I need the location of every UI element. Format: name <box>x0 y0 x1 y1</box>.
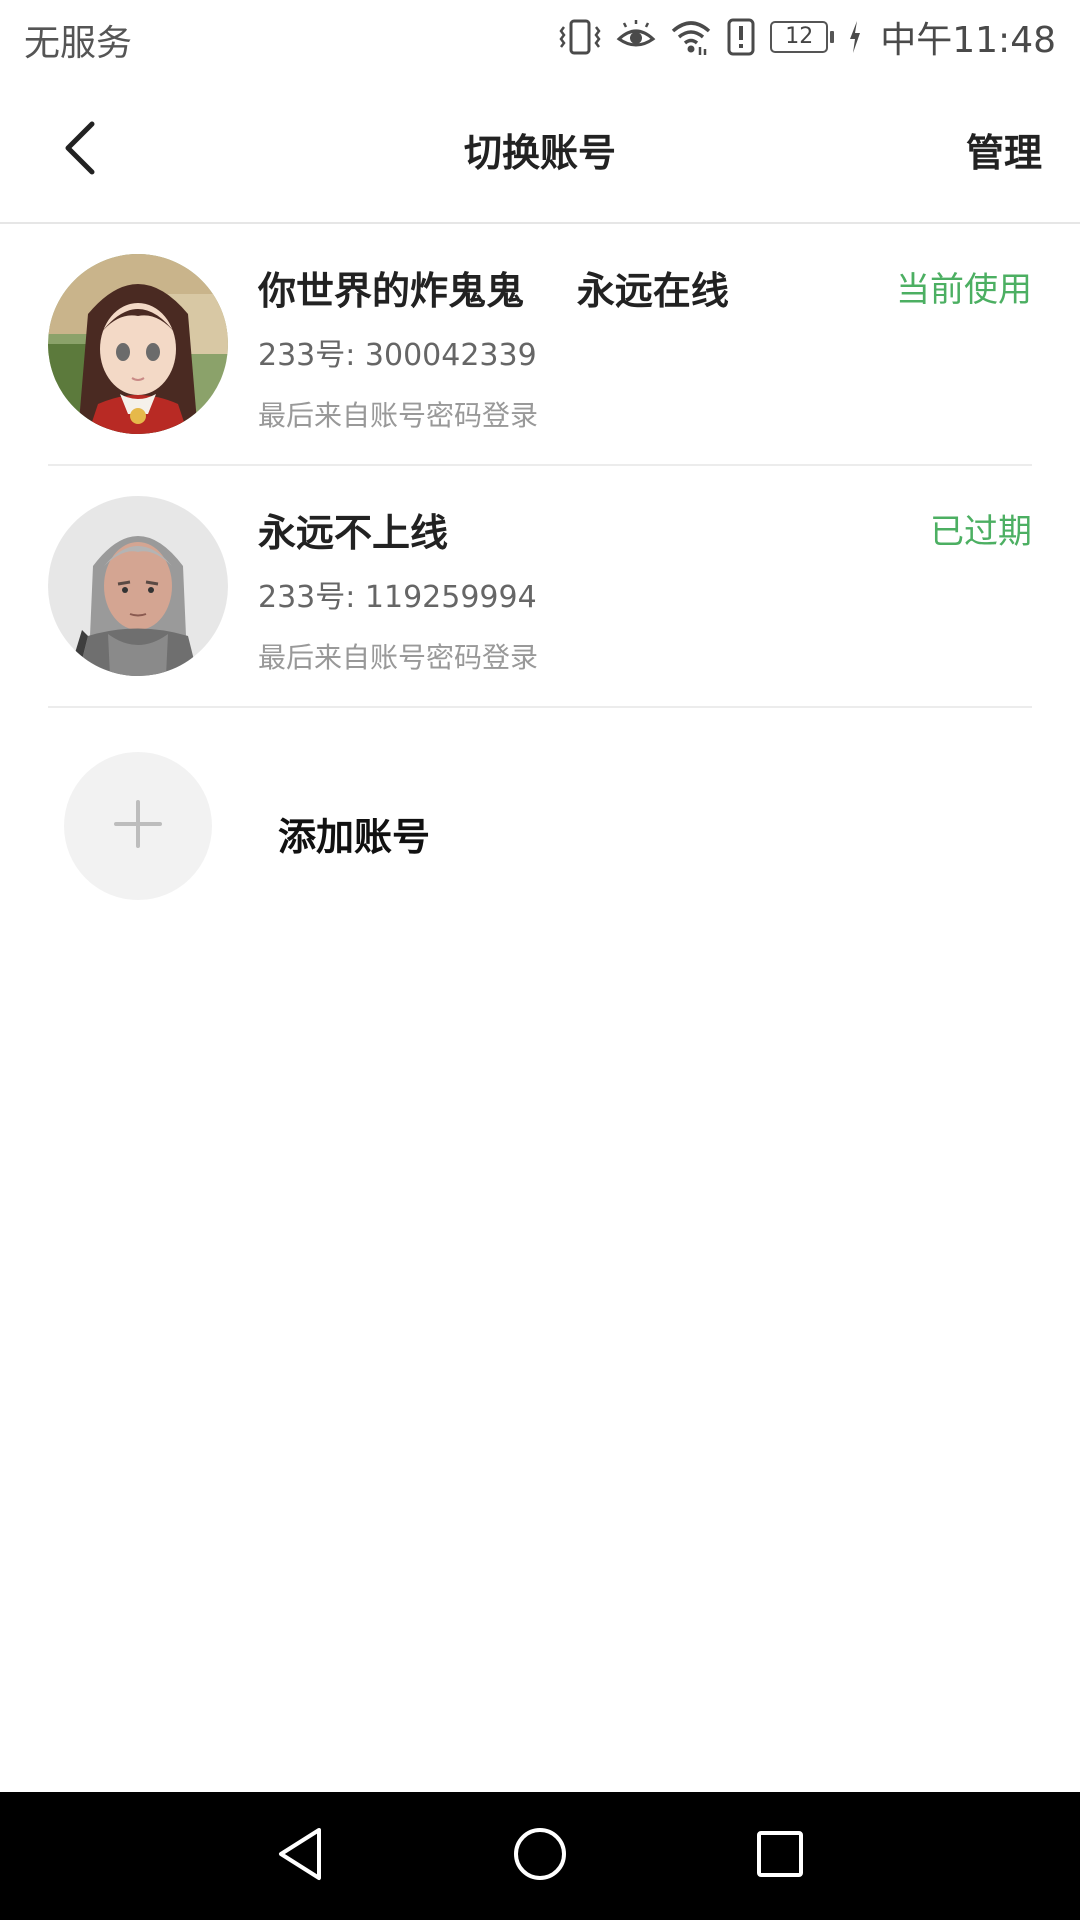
add-account-button[interactable]: 添加账号 <box>0 752 1080 902</box>
account-status-badge: 当前使用 <box>896 270 1032 310</box>
back-triangle-icon <box>275 1826 325 1886</box>
battery-icon: 12 <box>770 21 835 53</box>
header: 切换账号 管理 <box>0 76 1080 224</box>
nav-home-button[interactable] <box>500 1816 580 1896</box>
account-list: 你世界的炸鬼鬼 永远在线 233号: 300042339 最后来自账号密码登录 … <box>0 224 1080 708</box>
vibrate-icon <box>558 17 602 57</box>
battery-level: 12 <box>770 21 829 53</box>
nav-recents-button[interactable] <box>740 1816 820 1896</box>
home-circle-icon <box>512 1826 568 1886</box>
plus-icon <box>113 799 163 853</box>
carrier-text: 无服务 <box>24 23 133 64</box>
eye-icon <box>616 17 656 57</box>
nav-back-button[interactable] <box>260 1816 340 1896</box>
account-item[interactable]: 你世界的炸鬼鬼 永远在线 233号: 300042339 最后来自账号密码登录 … <box>48 224 1032 466</box>
navigation-bar <box>0 1792 1080 1920</box>
avatar <box>48 496 228 676</box>
add-account-label: 添加账号 <box>278 815 431 859</box>
recents-square-icon <box>755 1829 805 1883</box>
status-icons: 12 中午11:48 <box>558 12 1056 62</box>
manage-button[interactable]: 管理 <box>966 122 1042 177</box>
account-name: 永远不上线 <box>258 511 449 555</box>
account-id: 233号: 300042339 <box>258 338 537 373</box>
account-id: 233号: 119259994 <box>258 580 537 615</box>
wifi-icon <box>670 17 712 57</box>
account-name: 你世界的炸鬼鬼 永远在线 <box>258 269 729 313</box>
charging-icon <box>848 19 862 55</box>
account-item[interactable]: 永远不上线 233号: 119259994 最后来自账号密码登录 已过期 <box>48 466 1032 708</box>
avatar <box>48 254 228 434</box>
screen: 无服务 12 中午11:48 切换账号 管理 你世界的炸鬼鬼 永远在线 233号… <box>0 0 1080 1920</box>
add-account-circle[interactable] <box>64 752 212 900</box>
account-status-badge: 已过期 <box>930 512 1032 552</box>
account-login-info: 最后来自账号密码登录 <box>258 399 539 432</box>
account-login-info: 最后来自账号密码登录 <box>258 641 539 674</box>
page-title: 切换账号 <box>463 131 616 175</box>
status-bar: 无服务 12 中午11:48 <box>0 0 1080 76</box>
alert-icon <box>726 17 756 57</box>
status-time: 中午11:48 <box>880 20 1056 61</box>
